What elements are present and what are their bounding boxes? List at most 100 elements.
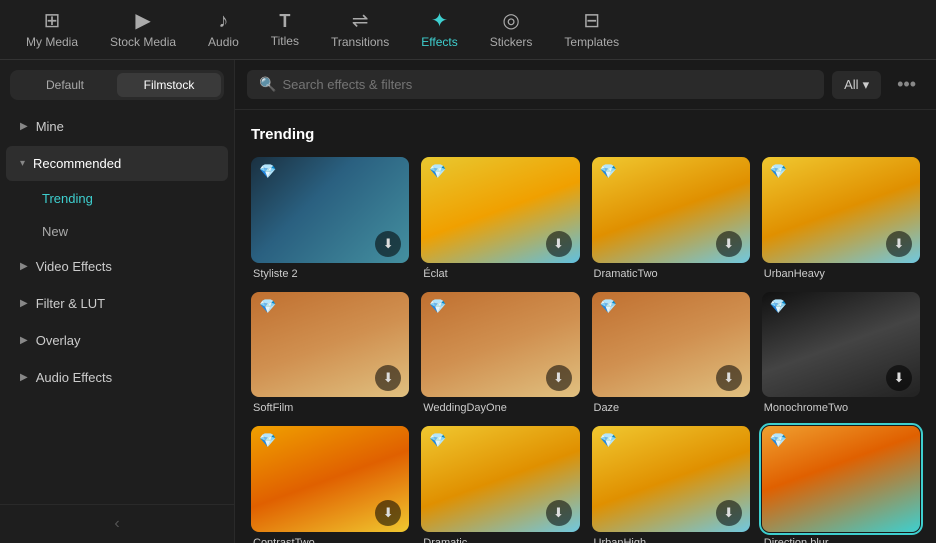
effect-card-urbanhigh[interactable]: 💎⬇UrbanHigh: [592, 426, 750, 543]
sidebar-item-recommended[interactable]: ▾ Recommended: [6, 146, 228, 181]
search-icon: 🔍: [259, 76, 276, 93]
sidebar-overlay-label: Overlay: [36, 333, 81, 348]
filter-chevron-icon: ▾: [863, 77, 870, 93]
nav-effects[interactable]: ✦ Effects: [405, 5, 473, 55]
effect-card-softfilm[interactable]: 💎⬇SoftFilm: [251, 292, 409, 415]
download-button-dramatictwo[interactable]: ⬇: [716, 231, 742, 257]
templates-icon: ⊟: [583, 11, 600, 31]
gem-icon-contrasttwo: 💎: [259, 432, 276, 449]
chevron-right-icon: ▶: [20, 121, 28, 132]
download-button-urbanheavy[interactable]: ⬇: [886, 231, 912, 257]
sidebar-item-video-effects[interactable]: ▶ Video Effects: [6, 249, 228, 284]
nav-titles-label: Titles: [271, 34, 299, 48]
nav-audio-label: Audio: [208, 35, 239, 49]
effect-thumb-styliste2: 💎⬇: [251, 157, 409, 263]
top-nav: ⊞ My Media ▶ Stock Media ♪ Audio T Title…: [0, 0, 936, 60]
nav-templates[interactable]: ⊟ Templates: [548, 5, 635, 55]
download-button-styliste2[interactable]: ⬇: [375, 231, 401, 257]
effect-thumb-dramatic: 💎⬇: [421, 426, 579, 532]
titles-icon: T: [279, 12, 290, 30]
nav-templates-label: Templates: [564, 35, 619, 49]
effect-label-urbanhigh: UrbanHigh: [592, 537, 750, 543]
download-button-dramatic[interactable]: ⬇: [546, 500, 572, 526]
effects-grid: 💎⬇Styliste 2💎⬇Éclat💎⬇DramaticTwo💎⬇UrbanH…: [251, 157, 920, 543]
audio-icon: ♪: [218, 11, 228, 31]
my-media-icon: ⊞: [44, 11, 61, 31]
effect-thumb-dramatictwo: 💎⬇: [592, 157, 750, 263]
sidebar-collapse-button[interactable]: ‹: [0, 504, 234, 543]
nav-audio[interactable]: ♪ Audio: [192, 5, 255, 55]
effect-card-eclat[interactable]: 💎⬇Éclat: [421, 157, 579, 280]
effect-card-weddingdayone[interactable]: 💎⬇WeddingDayOne: [421, 292, 579, 415]
effect-thumb-directionblur: 💎: [762, 426, 920, 532]
download-button-monochrome[interactable]: ⬇: [886, 365, 912, 391]
effect-card-daze[interactable]: 💎⬇ Daze: [592, 292, 750, 415]
effect-card-contrasttwo[interactable]: 💎 ⬇ ContrastTwo: [251, 426, 409, 543]
nav-my-media[interactable]: ⊞ My Media: [10, 5, 94, 55]
sidebar-item-trending[interactable]: Trending: [6, 183, 228, 214]
download-button-contrasttwo[interactable]: ⬇: [375, 500, 401, 526]
sidebar-item-audio-effects[interactable]: ▶ Audio Effects: [6, 360, 228, 395]
effect-thumb-monochrome: 💎⬇: [762, 292, 920, 398]
sidebar-recommended-label: Recommended: [33, 156, 121, 171]
effect-card-styliste2[interactable]: 💎⬇ Styliste 2: [251, 157, 409, 280]
gem-icon-dramatic: 💎: [429, 432, 446, 449]
sidebar-mine-label: Mine: [36, 119, 64, 134]
nav-titles[interactable]: T Titles: [255, 6, 315, 54]
effect-label-monochrome: MonochromeTwo: [762, 402, 920, 414]
sidebar-item-overlay[interactable]: ▶ Overlay: [6, 323, 228, 358]
chevron-down-icon: ▾: [20, 158, 25, 169]
nav-transitions[interactable]: ⇌ Transitions: [315, 5, 405, 55]
tab-filmstock[interactable]: Filmstock: [117, 73, 221, 97]
download-button-daze[interactable]: ⬇: [716, 365, 742, 391]
nav-effects-label: Effects: [421, 35, 457, 49]
effect-thumb-daze: 💎⬇: [592, 292, 750, 398]
effect-card-directionblur[interactable]: 💎 Direction blur: [762, 426, 920, 543]
effect-thumb-eclat: 💎⬇: [421, 157, 579, 263]
search-wrapper[interactable]: 🔍: [247, 70, 824, 99]
gem-icon-eclat: 💎: [429, 163, 446, 180]
effect-thumb-weddingdayone: 💎⬇: [421, 292, 579, 398]
effect-label-urbanheavy: UrbanHeavy: [762, 268, 920, 280]
gem-icon-weddingdayone: 💎: [429, 298, 446, 315]
search-input[interactable]: [282, 77, 812, 92]
effect-label-softfilm: SoftFilm: [251, 402, 409, 414]
effect-label-dramatictwo: DramaticTwo: [592, 268, 750, 280]
effect-card-urbanheavy[interactable]: 💎⬇ UrbanHeavy: [762, 157, 920, 280]
effect-label-dramatic: Dramatic: [421, 537, 579, 543]
download-button-urbanhigh[interactable]: ⬇: [716, 500, 742, 526]
effect-label-styliste2: Styliste 2: [251, 268, 409, 280]
tab-default[interactable]: Default: [13, 73, 117, 97]
nav-stickers[interactable]: ◎ Stickers: [474, 5, 549, 55]
download-button-weddingdayone[interactable]: ⬇: [546, 365, 572, 391]
effect-card-monochrome[interactable]: 💎⬇ MonochromeTwo: [762, 292, 920, 415]
nav-my-media-label: My Media: [26, 35, 78, 49]
effect-label-daze: Daze: [592, 402, 750, 414]
sidebar: Default Filmstock ▶ Mine ▾ Recommended T…: [0, 60, 235, 543]
gem-icon-urbanhigh: 💎: [600, 432, 617, 449]
effect-card-dramatic[interactable]: 💎⬇Dramatic: [421, 426, 579, 543]
effect-thumb-urbanhigh: 💎⬇: [592, 426, 750, 532]
nav-transitions-label: Transitions: [331, 35, 389, 49]
effect-label-contrasttwo: ContrastTwo: [251, 537, 409, 543]
effect-thumb-urbanheavy: 💎⬇: [762, 157, 920, 263]
effect-label-directionblur: Direction blur: [762, 537, 920, 543]
chevron-right-overlay-icon: ▶: [20, 335, 28, 346]
effect-card-dramatictwo[interactable]: 💎⬇ DramaticTwo: [592, 157, 750, 280]
download-button-eclat[interactable]: ⬇: [546, 231, 572, 257]
filter-button[interactable]: All ▾: [832, 71, 881, 99]
chevron-right-video-icon: ▶: [20, 261, 28, 272]
sidebar-item-new[interactable]: New: [6, 216, 228, 247]
effects-icon: ✦: [431, 11, 448, 31]
nav-stock-media-label: Stock Media: [110, 35, 176, 49]
download-button-softfilm[interactable]: ⬇: [375, 365, 401, 391]
sidebar-item-filter-lut[interactable]: ▶ Filter & LUT: [6, 286, 228, 321]
more-options-button[interactable]: •••: [889, 70, 924, 99]
section-title: Trending: [251, 126, 920, 143]
nav-stickers-label: Stickers: [490, 35, 533, 49]
nav-stock-media[interactable]: ▶ Stock Media: [94, 5, 192, 55]
right-panel: 🔍 All ▾ ••• Trending 💎⬇Styliste 2💎⬇Éclat…: [235, 60, 936, 543]
stickers-icon: ◎: [502, 11, 519, 31]
chevron-right-audio-icon: ▶: [20, 372, 28, 383]
sidebar-item-mine[interactable]: ▶ Mine: [6, 109, 228, 144]
